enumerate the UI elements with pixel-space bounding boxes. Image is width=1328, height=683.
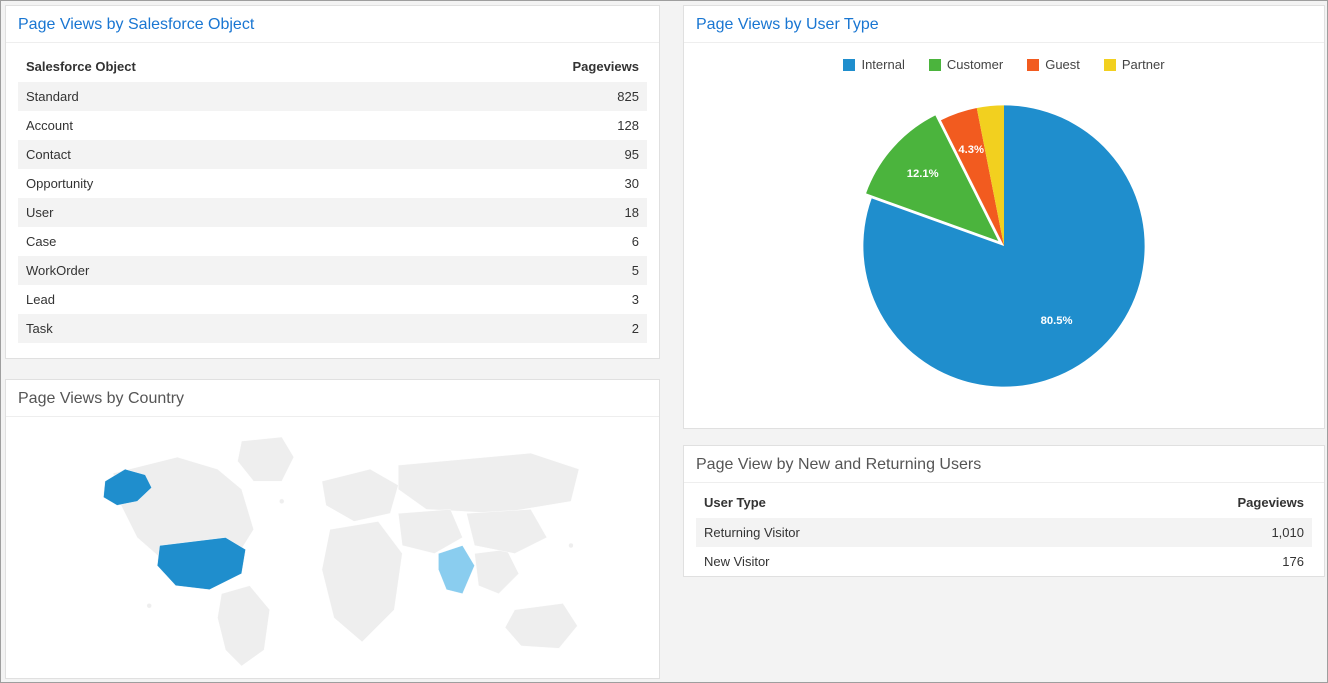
col-usertype: User Type	[696, 487, 1051, 518]
table-row[interactable]: Case6	[18, 227, 647, 256]
land-island	[569, 543, 574, 548]
table-row[interactable]: User18	[18, 198, 647, 227]
cell-object: Contact	[18, 140, 398, 169]
sfobject-table: Salesforce Object Pageviews Standard825A…	[18, 51, 647, 343]
cell-object: Standard	[18, 82, 398, 111]
land-australia	[505, 603, 577, 648]
col-pageviews: Pageviews	[1051, 487, 1312, 518]
legend-item[interactable]: Guest	[1027, 57, 1080, 72]
land-usa	[157, 537, 245, 589]
col-pageviews: Pageviews	[398, 51, 647, 82]
land-island	[279, 499, 284, 504]
legend-label: Internal	[861, 57, 904, 72]
cell-pageviews: 30	[398, 169, 647, 198]
cell-pageviews: 3	[398, 285, 647, 314]
legend-item[interactable]: Partner	[1104, 57, 1165, 72]
pie-slice-label: 80.5%	[1041, 315, 1073, 327]
table-row[interactable]: Task2	[18, 314, 647, 343]
land-europe	[322, 469, 398, 521]
col-object: Salesforce Object	[18, 51, 398, 82]
legend-label: Customer	[947, 57, 1003, 72]
table-row[interactable]: New Visitor176	[696, 547, 1312, 576]
panel-title-link[interactable]: Page Views by Salesforce Object	[18, 16, 254, 33]
visitors-table: User Type Pageviews Returning Visitor1,0…	[696, 487, 1312, 576]
cell-object: Lead	[18, 285, 398, 314]
land-india	[438, 546, 474, 594]
panel-title: Page Views by Country	[6, 380, 659, 417]
table-row[interactable]: Standard825	[18, 82, 647, 111]
cell-object: User	[18, 198, 398, 227]
pie-legend: Internal Customer Guest Partner	[696, 51, 1312, 76]
land-eastasia	[467, 509, 547, 553]
table-row[interactable]: Lead3	[18, 285, 647, 314]
panel-title[interactable]: Page Views by User Type	[684, 6, 1324, 43]
table-header-row: User Type Pageviews	[696, 487, 1312, 518]
cell-object: Opportunity	[18, 169, 398, 198]
table-row[interactable]: WorkOrder5	[18, 256, 647, 285]
panel-title[interactable]: Page Views by Salesforce Object	[6, 6, 659, 43]
world-map[interactable]	[18, 425, 658, 666]
panel-pageviews-by-salesforce-object: Page Views by Salesforce Object Salesfor…	[5, 5, 660, 359]
panel-title-link[interactable]: Page Views by User Type	[696, 16, 879, 33]
cell-pageviews: 6	[398, 227, 647, 256]
legend-swatch	[843, 59, 855, 71]
cell-pageviews: 1,010	[1051, 518, 1312, 547]
cell-usertype: New Visitor	[696, 547, 1051, 576]
panel-title: Page View by New and Returning Users	[684, 446, 1324, 483]
legend-label: Partner	[1122, 57, 1165, 72]
table-row[interactable]: Returning Visitor1,010	[696, 518, 1312, 547]
pie-chart[interactable]: 80.5% 12.1% 4.3%	[854, 96, 1154, 396]
legend-item[interactable]: Internal	[843, 57, 904, 72]
panel-pageviews-by-country: Page Views by Country	[5, 379, 660, 679]
cell-object: Task	[18, 314, 398, 343]
land-island	[147, 603, 152, 608]
table-row[interactable]: Contact95	[18, 140, 647, 169]
table-row[interactable]: Account128	[18, 111, 647, 140]
cell-pageviews: 5	[398, 256, 647, 285]
table-header-row: Salesforce Object Pageviews	[18, 51, 647, 82]
land-africa	[322, 521, 402, 642]
cell-pageviews: 95	[398, 140, 647, 169]
legend-label: Guest	[1045, 57, 1080, 72]
land-southamerica	[218, 586, 270, 666]
pie-slice-label: 4.3%	[958, 144, 984, 156]
panel-pageviews-by-new-returning: Page View by New and Returning Users Use…	[683, 445, 1325, 577]
land-seasia	[475, 550, 519, 594]
cell-pageviews: 176	[1051, 547, 1312, 576]
cell-pageviews: 2	[398, 314, 647, 343]
cell-object: Account	[18, 111, 398, 140]
land-russia	[398, 453, 579, 513]
cell-object: WorkOrder	[18, 256, 398, 285]
cell-pageviews: 18	[398, 198, 647, 227]
pie-slice-label: 12.1%	[907, 168, 939, 180]
land-centralasia	[398, 509, 462, 553]
panel-pageviews-by-user-type: Page Views by User Type Internal Customer…	[683, 5, 1325, 429]
cell-pageviews: 825	[398, 82, 647, 111]
table-row[interactable]: Opportunity30	[18, 169, 647, 198]
cell-usertype: Returning Visitor	[696, 518, 1051, 547]
cell-pageviews: 128	[398, 111, 647, 140]
land-greenland	[238, 437, 294, 481]
legend-item[interactable]: Customer	[929, 57, 1003, 72]
cell-object: Case	[18, 227, 398, 256]
legend-swatch	[1027, 59, 1039, 71]
legend-swatch	[929, 59, 941, 71]
legend-swatch	[1104, 59, 1116, 71]
